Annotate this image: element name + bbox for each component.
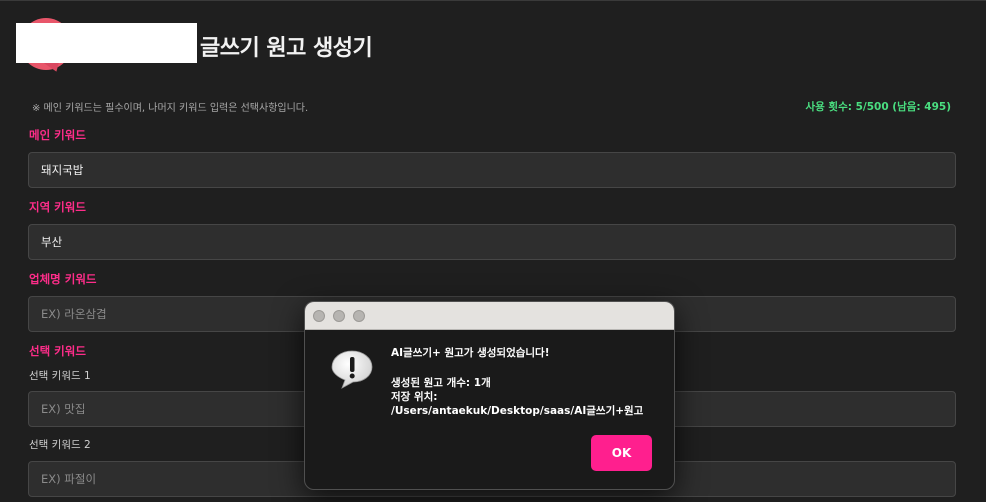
dialog-location-path: /Users/antaekuk/Desktop/saas/AI글쓰기+원고 (391, 405, 644, 417)
page-title: 글쓰기 원고 생성기 (200, 36, 373, 61)
business-keyword-label: 업체명 키워드 (29, 272, 97, 286)
close-window-button[interactable] (313, 310, 325, 322)
region-keyword-input[interactable] (28, 224, 956, 260)
dialog-heading: AI글쓰기+ 원고가 생성되었습니다! (391, 347, 550, 359)
optional-keyword-1-label: 선택 키워드 1 (29, 370, 91, 382)
minimize-window-button[interactable] (333, 310, 345, 322)
exclamation-alert-icon (331, 350, 373, 389)
ok-button[interactable]: OK (591, 435, 652, 471)
region-keyword-label: 지역 키워드 (29, 200, 86, 214)
dialog-location-label: 저장 위치: (391, 391, 438, 403)
dialog-titlebar (305, 302, 674, 330)
usage-counter: 사용 횟수: 5/500 (남음: 495) (805, 101, 951, 113)
alert-dialog: AI글쓰기+ 원고가 생성되었습니다! 생성된 원고 개수: 1개 저장 위치:… (304, 301, 675, 490)
keyword-notice: ※ 메인 키워드는 필수이며, 나머지 키워드 입력은 선택사항입니다. (32, 103, 309, 114)
dialog-count-line: 생성된 원고 개수: 1개 (391, 377, 491, 389)
optional-keyword-2-label: 선택 키워드 2 (29, 439, 91, 451)
main-keyword-input[interactable] (28, 152, 956, 188)
zoom-window-button[interactable] (353, 310, 365, 322)
optional-keyword-label: 선택 키워드 (29, 344, 86, 358)
main-keyword-label: 메인 키워드 (29, 128, 86, 142)
redacted-region (16, 23, 197, 63)
window-top-border (0, 0, 986, 1)
